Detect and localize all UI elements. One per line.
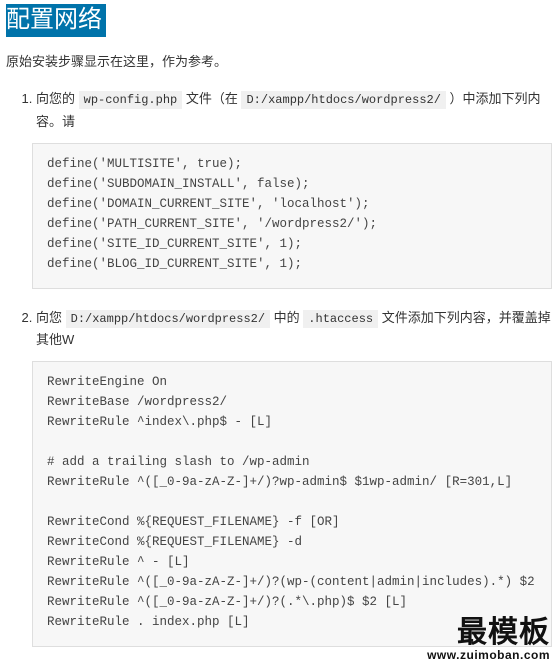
- step-2-prefix: 向您: [36, 310, 66, 325]
- htaccess-code[interactable]: RewriteEngine On RewriteBase /wordpress2…: [32, 361, 552, 647]
- step-1: 向您的 wp-config.php 文件（在 D:/xampp/htdocs/w…: [36, 88, 552, 288]
- page-content: 配置网络 原始安装步骤显示在这里，作为参考。 向您的 wp-config.php…: [0, 0, 558, 665]
- wp-config-path: D:/xampp/htdocs/wordpress2/: [241, 91, 445, 109]
- steps-list: 向您的 wp-config.php 文件（在 D:/xampp/htdocs/w…: [6, 88, 552, 647]
- wp-config-code[interactable]: define('MULTISITE', true); define('SUBDO…: [32, 143, 552, 289]
- step-2: 向您 D:/xampp/htdocs/wordpress2/ 中的 .htacc…: [36, 307, 552, 647]
- step-1-mid: 文件（在: [182, 91, 241, 106]
- intro-text: 原始安装步骤显示在这里，作为参考。: [6, 51, 552, 70]
- step-1-prefix: 向您的: [36, 91, 79, 106]
- htaccess-filename: .htaccess: [303, 310, 378, 328]
- page-title: 配置网络: [6, 4, 106, 37]
- htaccess-path: D:/xampp/htdocs/wordpress2/: [66, 310, 270, 328]
- wp-config-filename: wp-config.php: [79, 91, 183, 109]
- step-2-mid: 中的: [270, 310, 303, 325]
